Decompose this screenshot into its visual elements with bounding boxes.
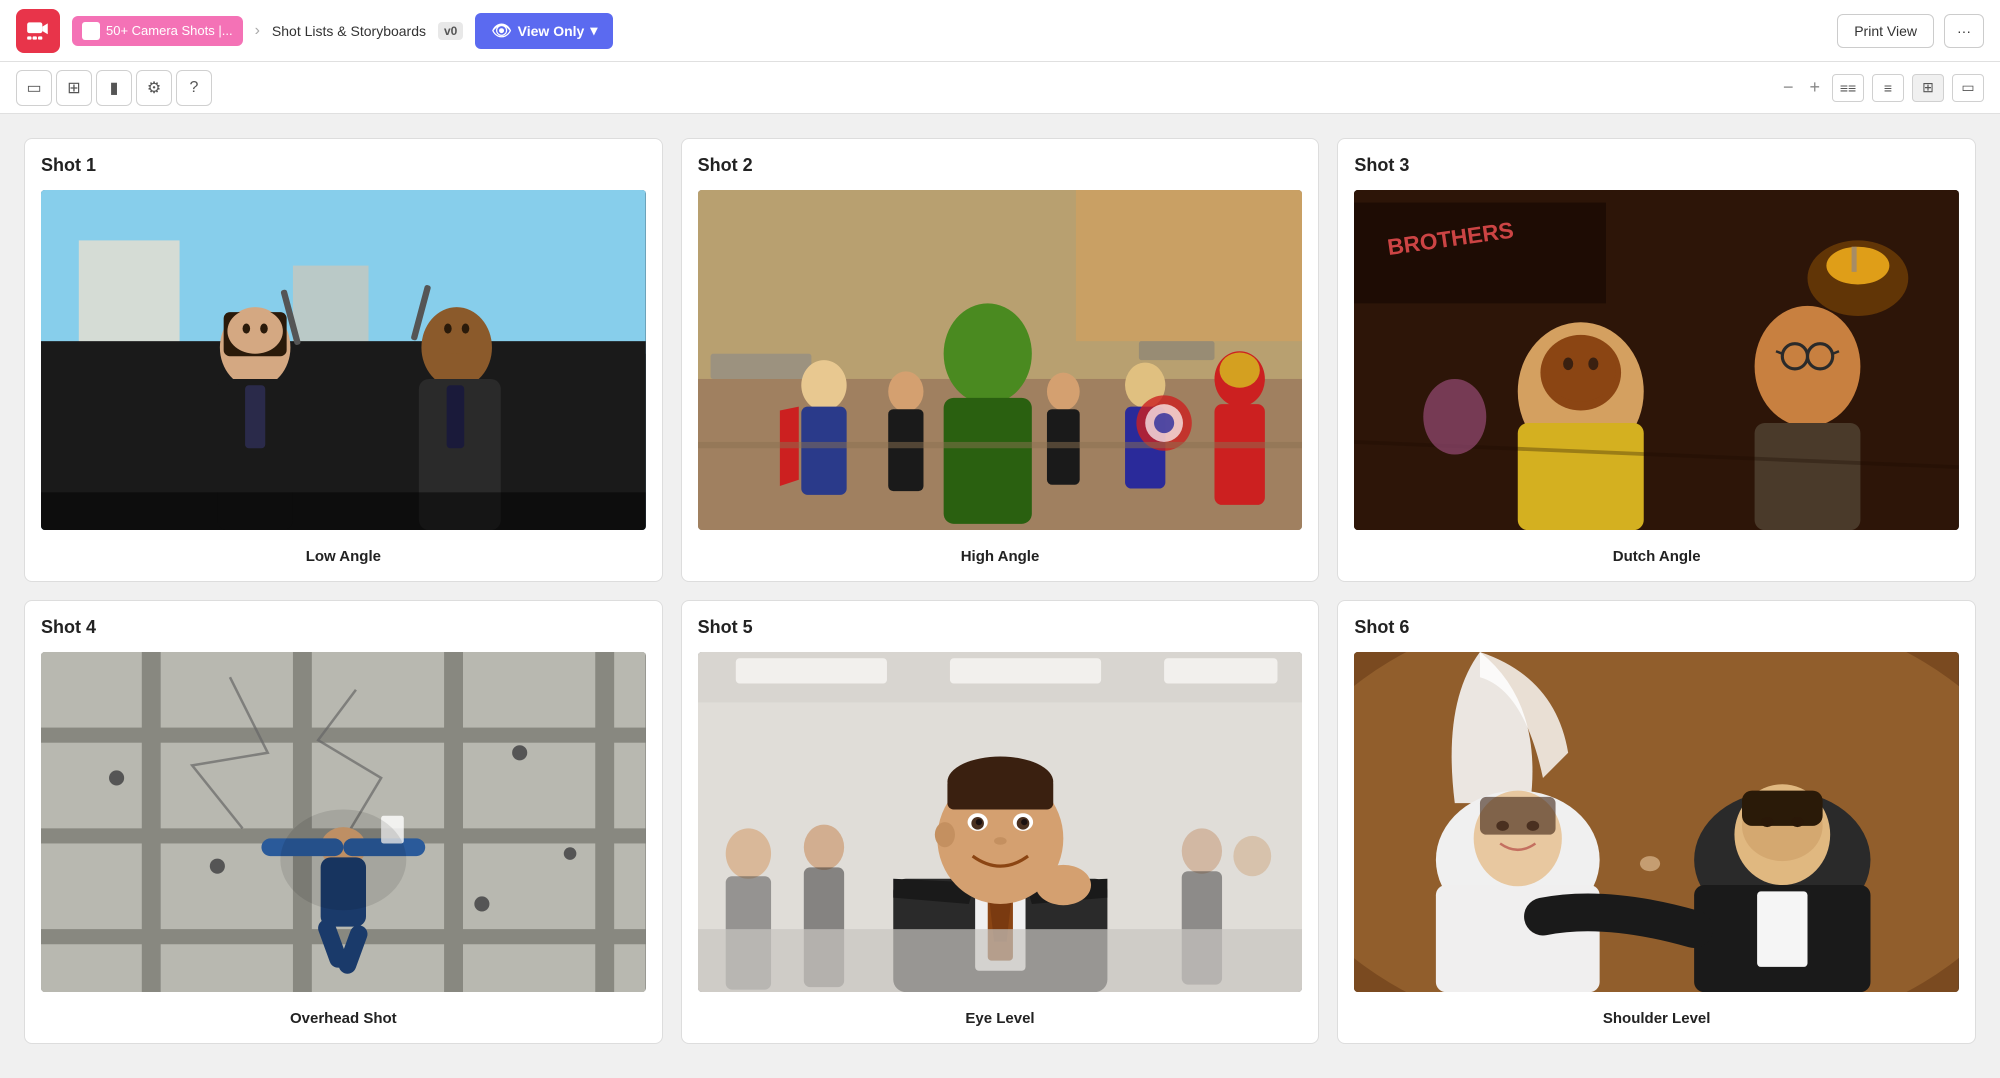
shot-1-caption: Low Angle bbox=[41, 548, 646, 565]
project-label: 50+ Camera Shots |... bbox=[106, 23, 233, 38]
project-icon bbox=[82, 22, 100, 40]
view-only-label: View Only bbox=[518, 23, 585, 39]
shot-4-label: Shot 4 bbox=[41, 617, 646, 638]
shot-2-caption: High Angle bbox=[698, 548, 1303, 565]
shot-3-caption: Dutch Angle bbox=[1354, 548, 1959, 565]
shots-grid: Shot 1 bbox=[24, 138, 1976, 1044]
zoom-in-button[interactable]: + bbox=[1805, 73, 1824, 102]
shot-4-image bbox=[41, 652, 646, 992]
shot-5-image bbox=[698, 652, 1303, 992]
shot-6-caption: Shoulder Level bbox=[1354, 1010, 1959, 1027]
shot-5-caption: Eye Level bbox=[698, 1010, 1303, 1027]
tool-grid[interactable]: ⊞ bbox=[56, 70, 92, 106]
toolbar-right: − + ≡≡ ≡ ⊞ ▭ bbox=[1779, 73, 1984, 102]
app-logo bbox=[16, 9, 60, 53]
view-mode-list[interactable]: ≡ bbox=[1872, 74, 1904, 102]
shot-card-6: Shot 6 bbox=[1337, 600, 1976, 1044]
print-view-button[interactable]: Print View bbox=[1837, 14, 1934, 48]
tool-panel[interactable]: ▮ bbox=[96, 70, 132, 106]
view-mode-rows[interactable]: ≡≡ bbox=[1832, 74, 1864, 102]
shot-card-2: Shot 2 bbox=[681, 138, 1320, 582]
shot-4-caption: Overhead Shot bbox=[41, 1010, 646, 1027]
view-only-button[interactable]: 👁 View Only ▾ bbox=[475, 13, 613, 49]
shot-card-3: Shot 3 BROTHERS bbox=[1337, 138, 1976, 582]
shot-2-label: Shot 2 bbox=[698, 155, 1303, 176]
shot-1-image bbox=[41, 190, 646, 530]
tool-settings[interactable]: ⚙ bbox=[136, 70, 172, 106]
breadcrumb-separator: › bbox=[255, 22, 260, 40]
top-bar-right: Print View ··· bbox=[1837, 14, 1984, 48]
shot-2-image bbox=[698, 190, 1303, 530]
tool-help[interactable]: ? bbox=[176, 70, 212, 106]
shot-6-image bbox=[1354, 652, 1959, 992]
shot-1-label: Shot 1 bbox=[41, 155, 646, 176]
tool-rectangle[interactable]: ▭ bbox=[16, 70, 52, 106]
toolbar: ▭ ⊞ ▮ ⚙ ? − + ≡≡ ≡ ⊞ ▭ bbox=[0, 62, 2000, 114]
top-bar: 50+ Camera Shots |... › Shot Lists & Sto… bbox=[0, 0, 2000, 62]
dropdown-chevron: ▾ bbox=[590, 22, 597, 39]
shot-5-label: Shot 5 bbox=[698, 617, 1303, 638]
shot-card-1: Shot 1 bbox=[24, 138, 663, 582]
shot-card-5: Shot 5 bbox=[681, 600, 1320, 1044]
project-tab[interactable]: 50+ Camera Shots |... bbox=[72, 16, 243, 46]
main-content: Shot 1 bbox=[0, 114, 2000, 1068]
view-mode-full[interactable]: ▭ bbox=[1952, 74, 1984, 102]
zoom-out-button[interactable]: − bbox=[1779, 73, 1798, 102]
section-label[interactable]: Shot Lists & Storyboards bbox=[272, 23, 426, 39]
shot-3-image: BROTHERS bbox=[1354, 190, 1959, 530]
view-mode-grid[interactable]: ⊞ bbox=[1912, 74, 1944, 102]
more-button[interactable]: ··· bbox=[1944, 14, 1984, 48]
shot-card-4: Shot 4 bbox=[24, 600, 663, 1044]
shot-3-label: Shot 3 bbox=[1354, 155, 1959, 176]
shot-6-label: Shot 6 bbox=[1354, 617, 1959, 638]
version-badge: v0 bbox=[438, 22, 463, 40]
eye-icon: 👁 bbox=[491, 21, 511, 41]
